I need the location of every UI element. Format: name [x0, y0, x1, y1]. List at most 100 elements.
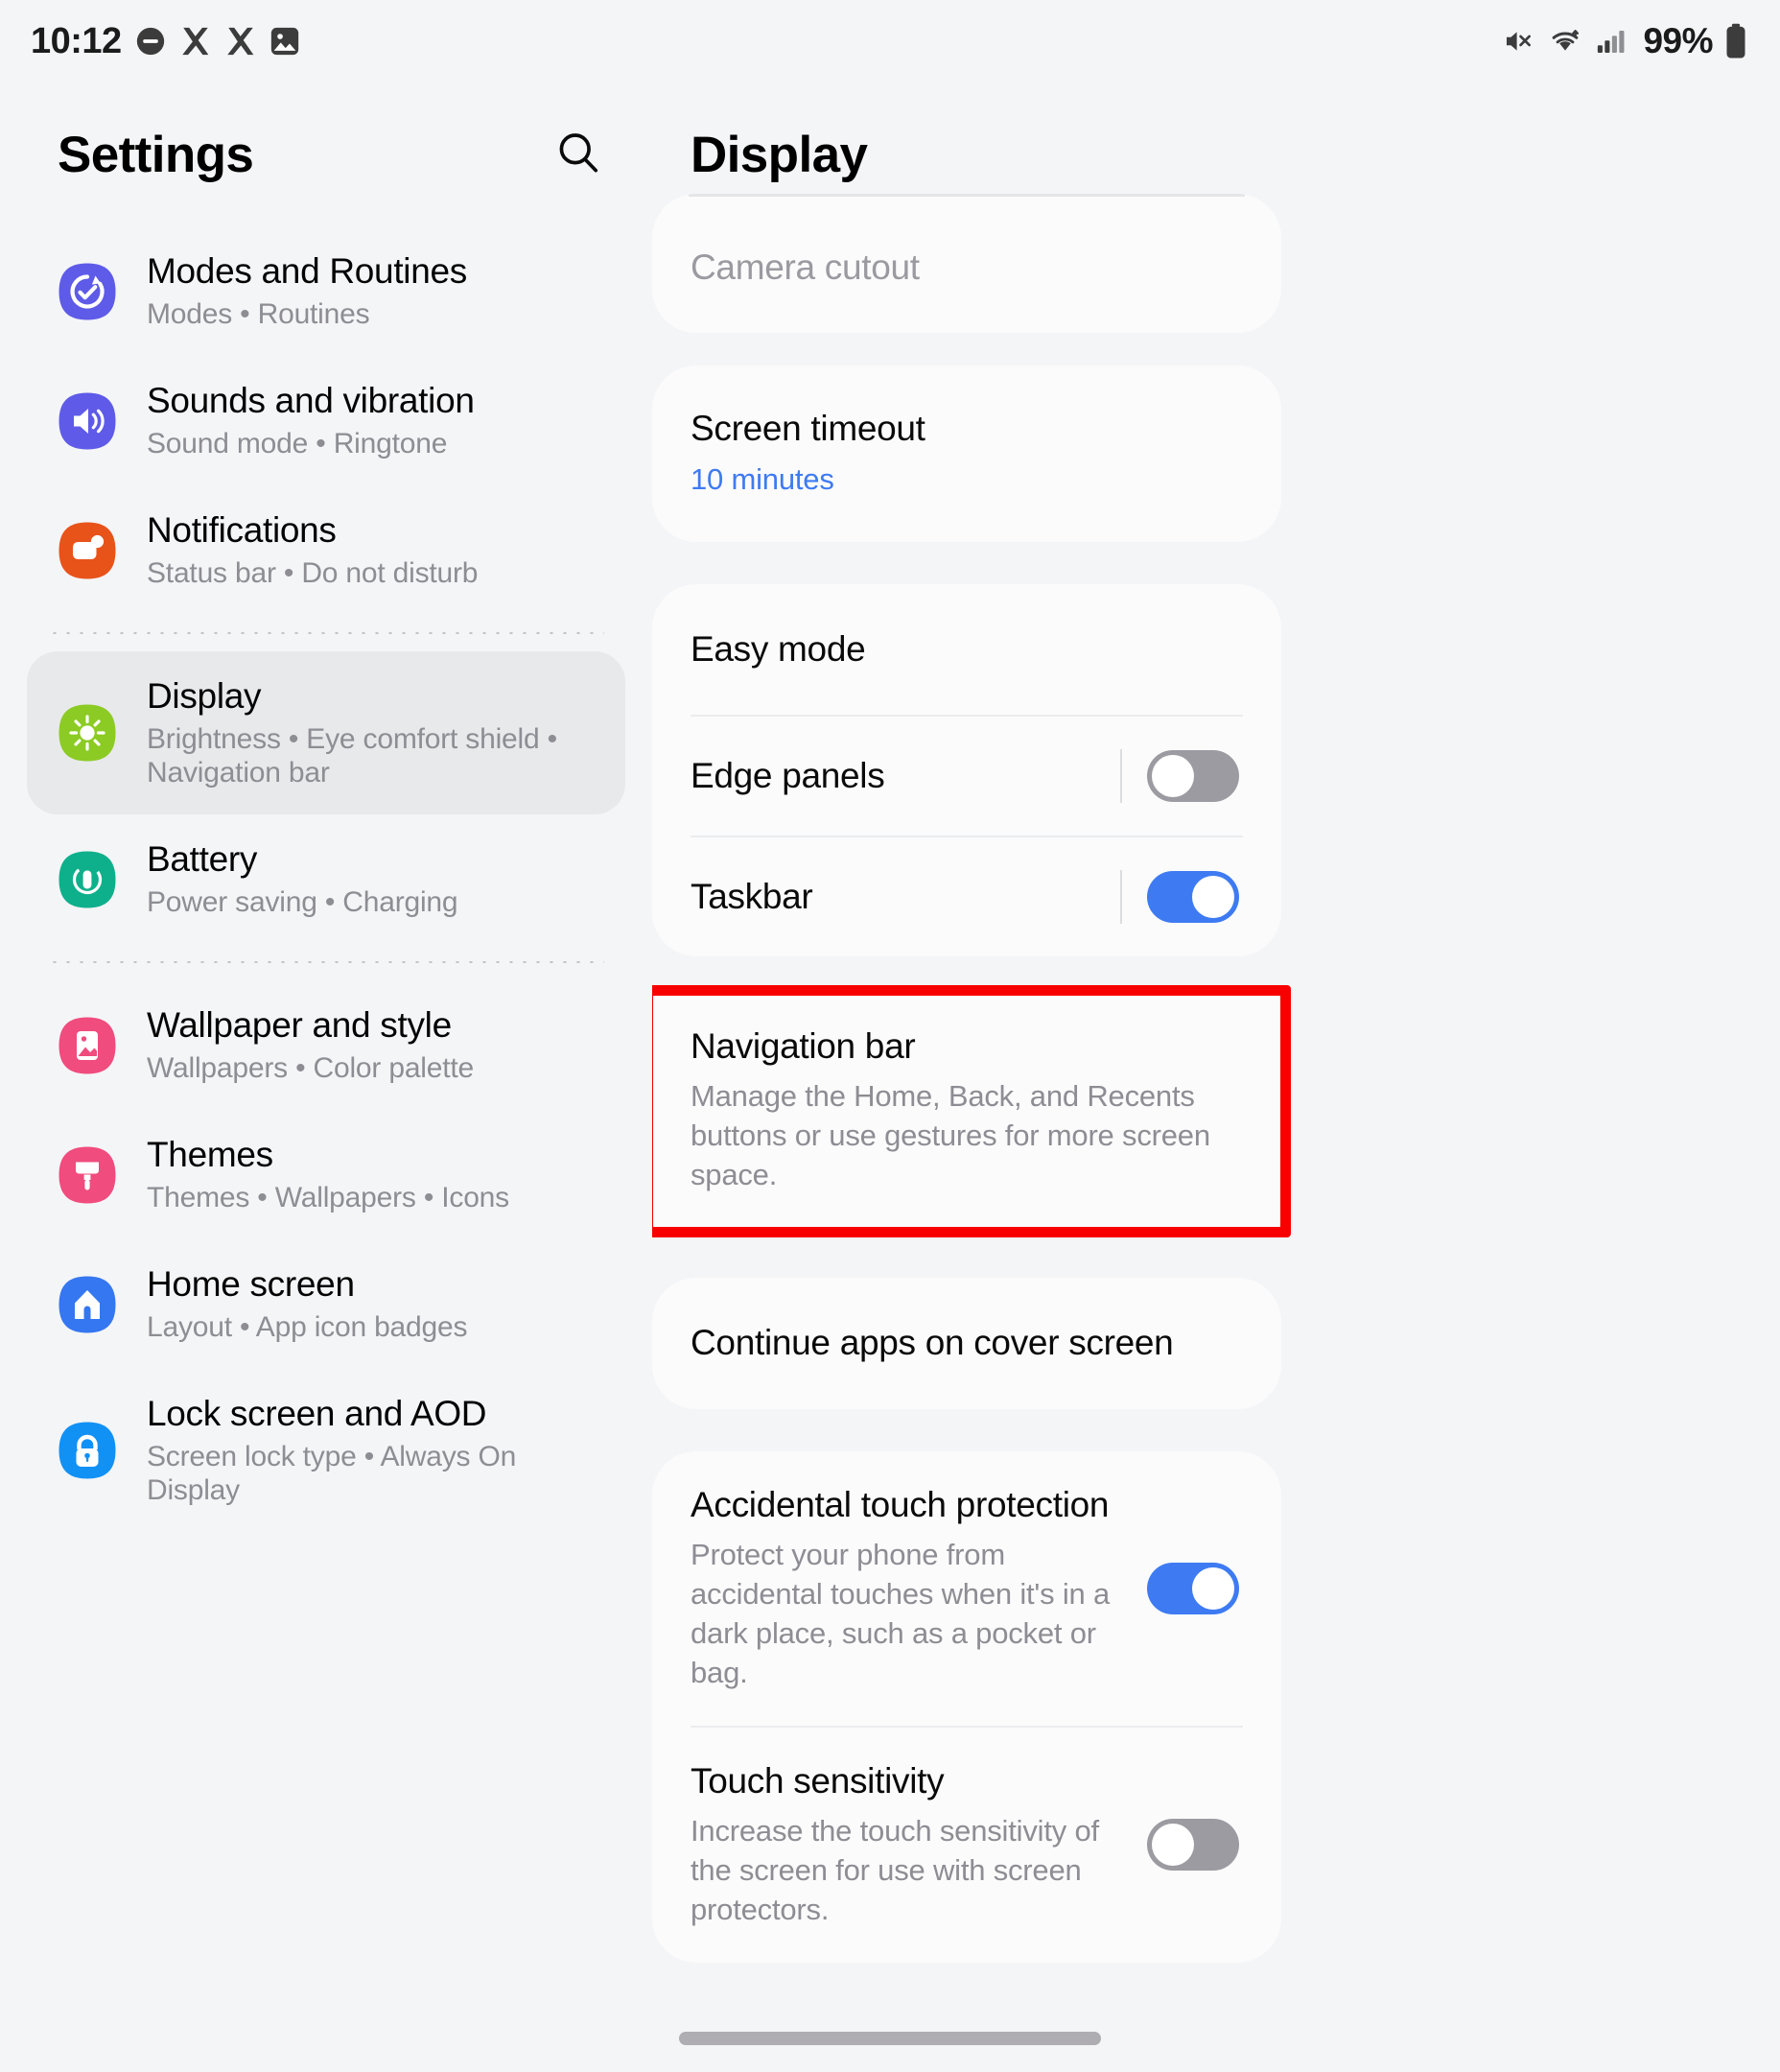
- row-description: Manage the Home, Back, and Recents butto…: [691, 1079, 1210, 1192]
- row-accidental-touch-protection[interactable]: Accidental touch protection Protect your…: [652, 1451, 1281, 1726]
- battery-icon: [1724, 23, 1747, 59]
- row-title: Navigation bar: [691, 1026, 916, 1067]
- row-value: 10 minutes: [691, 461, 834, 496]
- screen-timeout-card: Screen timeout 10 minutes: [652, 365, 1281, 542]
- display-icon: [58, 703, 117, 763]
- x-app-icon: [179, 25, 212, 58]
- battery-settings-icon: [58, 850, 117, 909]
- settings-sidebar-pane: Settings Modes and Routines Modes • Rout…: [0, 82, 652, 2072]
- modes-routines-icon: [58, 262, 117, 321]
- home-gesture-bar[interactable]: [679, 2032, 1101, 2045]
- row-screen-timeout[interactable]: Screen timeout 10 minutes: [652, 365, 1281, 541]
- continue-apps-card: Continue apps on cover screen: [652, 1278, 1281, 1409]
- row-navigation-bar[interactable]: Navigation bar Manage the Home, Back, an…: [652, 995, 1281, 1228]
- photos-icon: [269, 25, 300, 58]
- wallpaper-icon: [58, 1016, 117, 1075]
- row-title: Camera cutout: [691, 247, 920, 287]
- sound-icon: [58, 391, 117, 451]
- toggle-knob: [1152, 1824, 1194, 1867]
- row-camera-cutout[interactable]: Camera cutout: [652, 197, 1281, 333]
- sidebar-item-label: Sounds and vibration: [147, 381, 475, 420]
- sidebar-divider: [48, 961, 604, 964]
- easy-mode-card: Easy mode Edge panels Taskbar: [652, 583, 1281, 957]
- status-bar-right: 99%: [1501, 21, 1747, 61]
- sidebar-item-subtitle: Wallpapers • Color palette: [147, 1052, 475, 1084]
- row-title: Easy mode: [691, 628, 866, 669]
- sidebar-item-subtitle: Layout • App icon badges: [147, 1311, 468, 1343]
- toggle-knob: [1192, 1566, 1234, 1610]
- navigation-bar-highlight-wrapper: Navigation bar Manage the Home, Back, an…: [652, 985, 1291, 1238]
- toggle-taskbar[interactable]: [1147, 871, 1239, 924]
- row-title: Continue apps on cover screen: [691, 1323, 1174, 1363]
- sidebar-item-wallpaper-and-style[interactable]: Wallpaper and style Wallpapers • Color p…: [27, 980, 625, 1110]
- row-continue-apps-on-cover-screen[interactable]: Continue apps on cover screen: [652, 1278, 1281, 1408]
- sidebar-item-label: Home screen: [147, 1264, 355, 1305]
- detail-card-list: Camera cutout Screen timeout 10 minutes …: [652, 194, 1780, 1963]
- row-title: Screen timeout: [691, 409, 925, 449]
- sidebar-item-label: Modes and Routines: [147, 251, 467, 291]
- display-detail-pane: Display Camera cutout Screen timeout 10 …: [652, 82, 1780, 2072]
- row-title: Accidental touch protection: [691, 1484, 1110, 1524]
- row-title: Edge panels: [691, 755, 885, 795]
- sidebar-item-subtitle: Themes • Wallpapers • Icons: [147, 1182, 509, 1213]
- status-bar-left: 10:12: [31, 21, 300, 62]
- sidebar-list: Modes and Routines Modes • Routines Soun…: [0, 226, 652, 1532]
- toggle-knob: [1192, 876, 1234, 919]
- dnd-icon: [134, 25, 167, 58]
- sidebar-item-subtitle: Brightness • Eye comfort shield • Naviga…: [147, 722, 557, 789]
- row-title: Touch sensitivity: [691, 1760, 945, 1801]
- notifications-icon: [58, 521, 117, 580]
- sidebar-item-label: Themes: [147, 1135, 273, 1175]
- toggle-touch-sensitivity[interactable]: [1147, 1819, 1239, 1872]
- status-bar-clock: 10:12: [31, 20, 122, 61]
- toggle-knob: [1152, 755, 1194, 798]
- sidebar-item-label: Wallpaper and style: [147, 1005, 452, 1046]
- row-easy-mode[interactable]: Easy mode: [652, 584, 1281, 715]
- row-edge-panels[interactable]: Edge panels: [652, 717, 1281, 836]
- status-bar: 10:12 99%: [0, 0, 1780, 82]
- sidebar-item-label: Notifications: [147, 510, 337, 550]
- toggle-edge-panels[interactable]: [1147, 750, 1239, 803]
- sidebar-item-subtitle: Screen lock type • Always On Display: [147, 1441, 517, 1507]
- toggle-accidental-touch-protection[interactable]: [1147, 1562, 1239, 1614]
- row-title: Taskbar: [691, 876, 813, 916]
- sidebar-item-subtitle: Power saving • Charging: [147, 886, 458, 918]
- sidebar-item-label: Display: [147, 676, 262, 716]
- search-button[interactable]: [547, 123, 610, 186]
- sidebar-item-home-screen[interactable]: Home screen Layout • App icon badges: [27, 1239, 625, 1369]
- wifi-icon: [1547, 25, 1583, 58]
- sidebar-item-battery[interactable]: Battery Power saving • Charging: [27, 814, 625, 944]
- sidebar-item-label: Battery: [147, 839, 258, 880]
- sidebar-item-subtitle: Modes • Routines: [147, 297, 370, 330]
- themes-icon: [58, 1145, 117, 1205]
- row-description: Increase the touch sensitivity of the sc…: [691, 1813, 1099, 1926]
- search-icon: [553, 128, 603, 182]
- toggle-divider: [1120, 870, 1122, 925]
- toggle-divider: [1120, 749, 1122, 804]
- sidebar-item-subtitle: Status bar • Do not disturb: [147, 556, 479, 589]
- battery-percent-label: 99%: [1643, 21, 1713, 60]
- home-screen-icon: [58, 1275, 117, 1334]
- sidebar-item-label: Lock screen and AOD: [147, 1394, 487, 1434]
- sidebar-divider: [48, 632, 604, 634]
- row-taskbar[interactable]: Taskbar: [652, 837, 1281, 956]
- camera-cutout-card: Camera cutout: [652, 194, 1281, 334]
- sidebar-item-modes-and-routines[interactable]: Modes and Routines Modes • Routines: [27, 226, 625, 356]
- sidebar-item-subtitle: Sound mode • Ringtone: [147, 427, 448, 459]
- sidebar-item-lock-screen-and-aod[interactable]: Lock screen and AOD Screen lock type • A…: [27, 1369, 625, 1532]
- row-description: Protect your phone from accidental touch…: [691, 1537, 1111, 1689]
- sidebar-item-sounds-and-vibration[interactable]: Sounds and vibration Sound mode • Ringto…: [27, 356, 625, 485]
- sidebar-item-notifications[interactable]: Notifications Status bar • Do not distur…: [27, 485, 625, 615]
- page-title: Settings: [58, 126, 254, 183]
- navigation-bar-card: Navigation bar Manage the Home, Back, an…: [652, 995, 1281, 1229]
- mute-icon: [1501, 25, 1535, 58]
- x-app-icon: [224, 25, 257, 58]
- sidebar-header: Settings: [0, 82, 652, 226]
- touch-card: Accidental touch protection Protect your…: [652, 1450, 1281, 1963]
- detail-title: Display: [691, 126, 868, 183]
- row-touch-sensitivity[interactable]: Touch sensitivity Increase the touch sen…: [652, 1728, 1281, 1963]
- sidebar-item-themes[interactable]: Themes Themes • Wallpapers • Icons: [27, 1110, 625, 1239]
- lock-screen-icon: [58, 1421, 117, 1480]
- sidebar-item-display[interactable]: Display Brightness • Eye comfort shield …: [27, 651, 625, 815]
- signal-icon: [1595, 25, 1628, 58]
